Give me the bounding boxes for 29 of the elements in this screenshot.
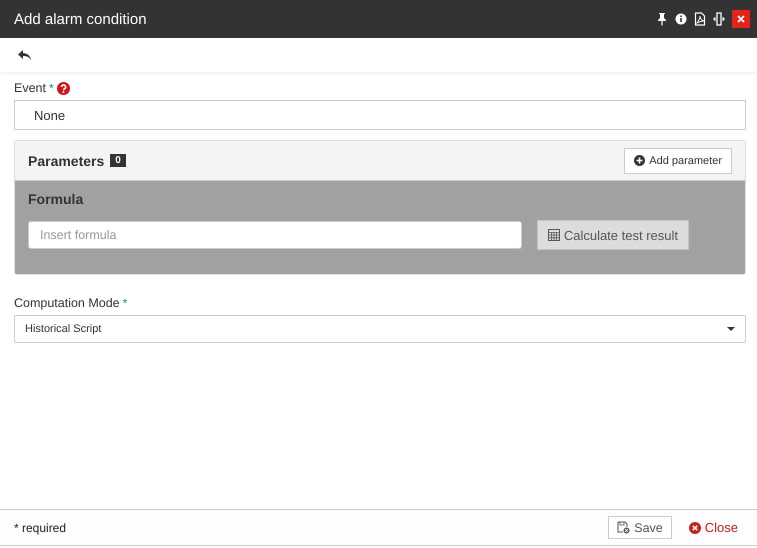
- required-mark: *: [122, 296, 128, 310]
- help-icon[interactable]: [56, 82, 70, 94]
- close-circle-icon: [688, 522, 701, 534]
- caret-icon: [727, 327, 735, 331]
- pdf-icon[interactable]: [694, 12, 706, 26]
- window-title: Add alarm condition: [14, 10, 147, 28]
- pin-icon[interactable]: [656, 12, 668, 26]
- event-field[interactable]: None: [14, 100, 746, 130]
- required-note: * required: [14, 520, 66, 534]
- close-icon: [737, 15, 745, 23]
- required-mark: *: [48, 81, 54, 95]
- close-link[interactable]: Close: [684, 520, 743, 535]
- count-badge: 0: [110, 154, 126, 167]
- plus-circle-icon: [634, 155, 646, 166]
- panel-title: Parameters: [28, 152, 104, 168]
- formula-input[interactable]: Insert formula: [28, 221, 522, 249]
- close-button[interactable]: [732, 10, 750, 28]
- resize-icon[interactable]: [713, 12, 725, 26]
- calculator-icon: [548, 229, 560, 241]
- add-parameter-button[interactable]: Add parameter: [624, 148, 732, 174]
- save-button[interactable]: Save: [608, 516, 672, 539]
- calculate-button[interactable]: Calculate test result: [536, 220, 689, 250]
- section-title: Formula: [28, 191, 84, 209]
- save-icon: [617, 521, 630, 534]
- field-label: Computation Mode: [14, 296, 120, 310]
- computation-mode-select[interactable]: Historical Script: [14, 315, 746, 343]
- info-icon[interactable]: [675, 12, 687, 26]
- back-arrow-icon[interactable]: [18, 50, 32, 60]
- field-label: Event: [14, 81, 46, 95]
